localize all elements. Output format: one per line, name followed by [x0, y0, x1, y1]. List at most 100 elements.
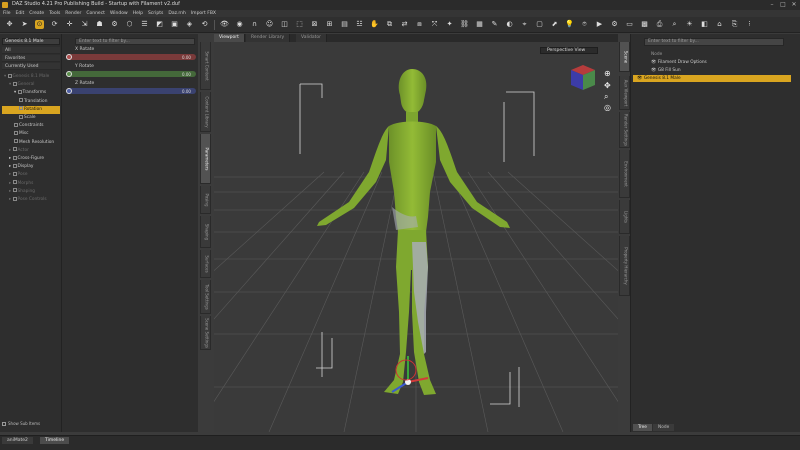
x-rotate-handle[interactable]	[66, 54, 72, 60]
tree-item[interactable]: ▸ Shaping	[2, 188, 60, 196]
save-icon[interactable]: ⎙	[655, 20, 664, 29]
visibility-eye-icon[interactable]: 👁	[651, 68, 658, 73]
dots-icon[interactable]: ⁝	[745, 20, 754, 29]
universal-tool-icon[interactable]: ⊙	[35, 20, 44, 29]
tree-item[interactable]: Scale	[2, 114, 60, 122]
object-icon[interactable]: ⊞	[325, 20, 334, 29]
viewport-scene[interactable]: ⊕ ✥ ⌕ ◎	[214, 42, 618, 432]
chain-icon[interactable]: ⛓	[460, 20, 469, 29]
z-rotate-value[interactable]: 0.00	[182, 89, 191, 94]
frame-icon[interactable]: ⬚	[295, 20, 304, 29]
layer-icon[interactable]: ▤	[340, 20, 349, 29]
node-selection-icon[interactable]: ✥	[5, 20, 14, 29]
y-rotate-value[interactable]: 0.00	[182, 72, 191, 77]
scene-node-row[interactable]: 👁 Filament Draw Options	[633, 59, 791, 66]
view-cube[interactable]	[571, 65, 595, 90]
show-sub-items[interactable]: Show Sub Items	[2, 421, 60, 427]
tree-item[interactable]: ▸ Pose	[2, 171, 60, 179]
brush-icon[interactable]: ✎	[490, 20, 499, 29]
visibility-eye-icon[interactable]: 👁	[637, 76, 644, 81]
mouse-icon[interactable]: ⌂	[715, 20, 724, 29]
tree-item[interactable]: Rotation	[2, 105, 60, 114]
menu-item[interactable]: Render	[65, 10, 81, 17]
transform-icon[interactable]: ⟲	[200, 20, 209, 29]
tree-item[interactable]: Misc	[2, 130, 60, 138]
node-selector[interactable]: Genesis 8.1 Male	[2, 38, 60, 45]
camera-icon[interactable]: ◫	[280, 20, 289, 29]
paste-icon[interactable]: ⎘	[730, 20, 739, 29]
menu-item[interactable]: Daz.rnh	[168, 10, 186, 17]
rotate-tool-icon[interactable]: ⟳	[50, 20, 59, 29]
hand-icon[interactable]: ✋	[370, 20, 379, 29]
sun-icon[interactable]: ☀	[685, 20, 694, 29]
mirror-icon[interactable]: ⇄	[400, 20, 409, 29]
menu-item[interactable]: Connect	[86, 10, 105, 17]
tab-render-library[interactable]: Render Library	[246, 34, 291, 42]
z-rotate-slider[interactable]	[66, 88, 196, 94]
side-tab[interactable]: Lights	[619, 200, 630, 234]
menu-item[interactable]: File	[3, 10, 11, 17]
spot-render-icon[interactable]: ▣	[170, 20, 179, 29]
category-favorites[interactable]: Favorites	[2, 55, 60, 62]
window-icon[interactable]: ▭	[625, 20, 634, 29]
checkbox-icon[interactable]	[2, 421, 6, 426]
search-icon[interactable]: ⌕	[670, 20, 679, 29]
geometry-editor-icon[interactable]: ⬡	[125, 20, 134, 29]
category-currently-used[interactable]: Currently Used	[2, 63, 60, 70]
menu-item[interactable]: Window	[110, 10, 128, 17]
side-tab[interactable]: Property Hierarchy	[619, 236, 630, 296]
category-all[interactable]: All	[2, 47, 60, 54]
bone-icon[interactable]: ⤧	[430, 20, 439, 29]
tree-item[interactable]: ▾ Transforms	[2, 89, 60, 97]
minimize-icon[interactable]: –	[768, 2, 776, 8]
translate-tool-icon[interactable]: ✛	[65, 20, 74, 29]
tree-item[interactable]: Translation	[2, 98, 60, 106]
scale-tool-icon[interactable]: ⇲	[80, 20, 89, 29]
x-rotate-value[interactable]: 0.00	[182, 55, 191, 60]
bottom-tab[interactable]: Timeline	[40, 437, 70, 444]
tree-item[interactable]: Constraints	[2, 122, 60, 130]
scene-tab[interactable]: Node	[653, 424, 675, 431]
figure-icon[interactable]: ☺	[265, 20, 274, 29]
tree-item[interactable]: ▾ General	[2, 81, 60, 89]
side-tab[interactable]: Environment	[619, 150, 630, 198]
eye-icon[interactable]: 👁	[220, 20, 229, 29]
side-tab[interactable]: Content Library	[200, 92, 211, 132]
image-icon[interactable]: ▩	[640, 20, 649, 29]
camera-selector[interactable]: Perspective View	[540, 47, 598, 54]
light-icon[interactable]: 💡	[565, 20, 574, 29]
magnet-icon[interactable]: ∩	[250, 20, 259, 29]
group-icon[interactable]: ⧈	[415, 20, 424, 29]
visibility-eye-icon[interactable]: 👁	[651, 60, 658, 65]
joint-editor-icon[interactable]: ⚙	[110, 20, 119, 29]
close-icon[interactable]: ✕	[790, 2, 798, 8]
z-rotate-handle[interactable]	[66, 88, 72, 94]
y-rotate-slider[interactable]	[66, 71, 196, 77]
pose-icon[interactable]: ☳	[355, 20, 364, 29]
side-tab[interactable]: Smart Content	[200, 42, 211, 90]
scene-node-row[interactable]: 👁 Genesis 8.1 Male	[633, 75, 791, 82]
bottom-tab[interactable]: aniMate2	[2, 437, 33, 444]
tree-item[interactable]: ▸ Display	[2, 163, 60, 171]
maximize-icon[interactable]: □	[779, 2, 787, 8]
y-rotate-handle[interactable]	[66, 71, 72, 77]
compass-icon[interactable]: ⌖	[520, 20, 529, 29]
parameter-search-input[interactable]: Enter text to filter by...	[75, 38, 195, 45]
grid-icon[interactable]: ▦	[475, 20, 484, 29]
tree-item[interactable]: Mesh Resolution	[2, 139, 60, 147]
tree-item[interactable]: ▸ Morphs	[2, 180, 60, 188]
paint-icon[interactable]: ◐	[505, 20, 514, 29]
tree-item[interactable]: ▸ Pose Controls	[2, 196, 60, 204]
surface-selection-icon[interactable]: ◩	[155, 20, 164, 29]
render-icon[interactable]: ▶	[595, 20, 604, 29]
scene-tab[interactable]: Tree	[633, 424, 652, 431]
square-icon[interactable]: ▢	[535, 20, 544, 29]
scene-search-input[interactable]: Enter text to filter by...	[644, 38, 784, 46]
pin-icon[interactable]: ⌾	[580, 20, 589, 29]
wand-icon[interactable]: ✦	[445, 20, 454, 29]
tree-item[interactable]: ▾ Genesis 8.1 Male	[2, 73, 60, 81]
menu-item[interactable]: Tools	[49, 10, 60, 17]
cube-icon[interactable]: ◧	[700, 20, 709, 29]
menu-item[interactable]: Help	[133, 10, 143, 17]
tree-item[interactable]: ▸ Cross-Figure	[2, 155, 60, 163]
